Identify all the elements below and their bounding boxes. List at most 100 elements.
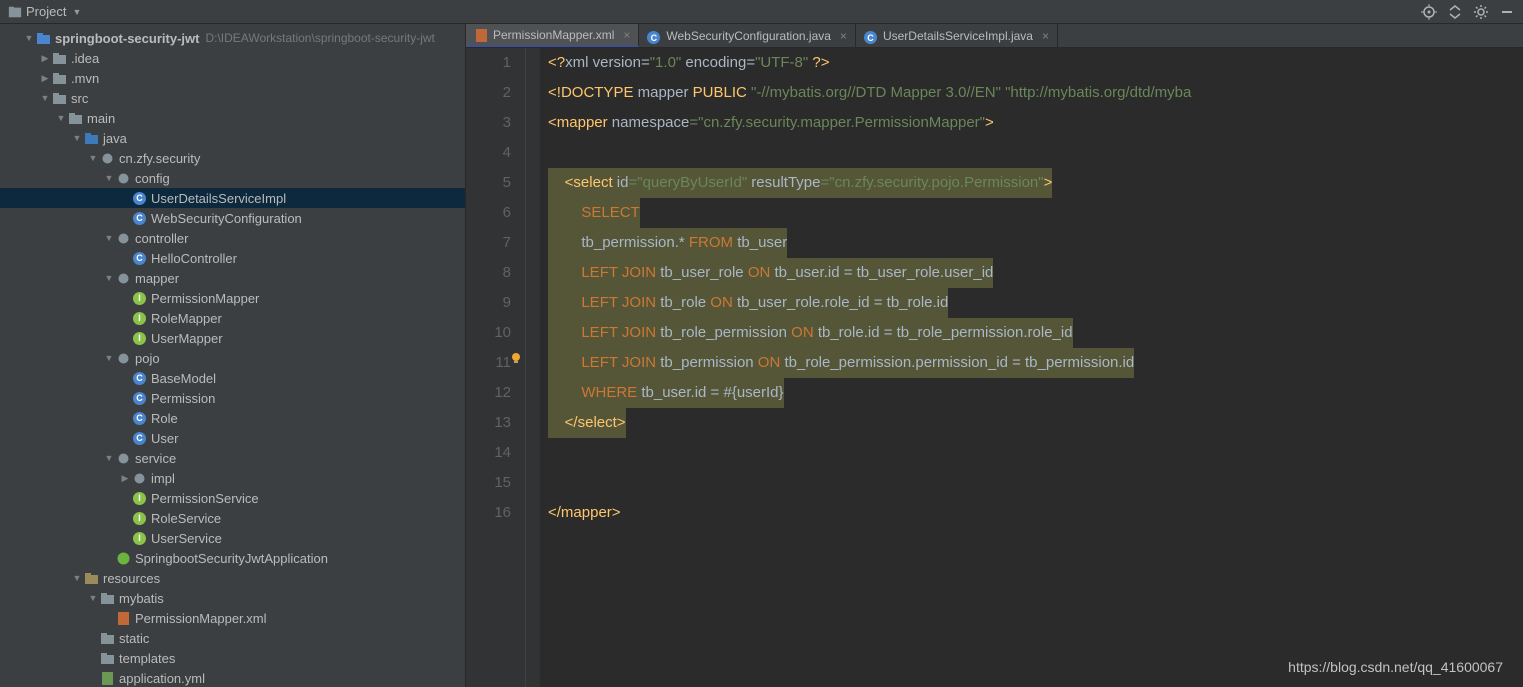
- tree-item[interactable]: PermissionMapper.xml: [0, 608, 465, 628]
- tree-item-label: Role: [151, 411, 178, 426]
- tree-item[interactable]: SpringbootSecurityJwtApplication: [0, 548, 465, 568]
- tree-item[interactable]: templates: [0, 648, 465, 668]
- tree-item[interactable]: CUser: [0, 428, 465, 448]
- tree-item[interactable]: C Permission: [0, 388, 465, 408]
- close-icon[interactable]: ×: [1042, 29, 1049, 43]
- tree-arrow-icon[interactable]: ▶: [40, 53, 50, 64]
- tree-item[interactable]: IRoleMapper: [0, 308, 465, 328]
- tree-item[interactable]: ▼main: [0, 108, 465, 128]
- code-content[interactable]: <?xml version="1.0" encoding="UTF-8" ?> …: [540, 48, 1523, 687]
- folder-icon: [100, 591, 115, 606]
- tree-item[interactable]: ▼springboot-security-jwtD:\IDEAWorkstati…: [0, 28, 465, 48]
- tree-item[interactable]: CRole: [0, 408, 465, 428]
- tree-item[interactable]: ▼pojo: [0, 348, 465, 368]
- tree-item-label: src: [71, 91, 88, 106]
- tree-arrow-icon[interactable]: ▼: [72, 573, 82, 583]
- tree-item[interactable]: CHelloController: [0, 248, 465, 268]
- tree-arrow-icon[interactable]: ▼: [56, 113, 66, 123]
- tree-arrow-icon[interactable]: ▼: [104, 173, 114, 183]
- iface-icon: I: [132, 311, 147, 326]
- tree-item-label: .mvn: [71, 71, 99, 86]
- tree-item[interactable]: CBaseModel: [0, 368, 465, 388]
- pkg-icon: [116, 271, 131, 286]
- tree-item-label: springboot-security-jwt: [55, 31, 199, 46]
- tree-item-label: SpringbootSecurityJwtApplication: [135, 551, 328, 566]
- collapse-icon[interactable]: [1447, 4, 1463, 20]
- pkg-icon: [100, 151, 115, 166]
- folder-icon: [52, 91, 67, 106]
- tree-item[interactable]: ▶ .mvn: [0, 68, 465, 88]
- tree-item-label: .idea: [71, 51, 99, 66]
- tree-item-label: WebSecurityConfiguration: [151, 211, 302, 226]
- tree-item[interactable]: ▼cn.zfy.security: [0, 148, 465, 168]
- close-icon[interactable]: ×: [840, 29, 847, 43]
- close-icon[interactable]: ×: [623, 28, 630, 42]
- tree-item[interactable]: IPermissionService: [0, 488, 465, 508]
- tree-item[interactable]: ▼service: [0, 448, 465, 468]
- tree-arrow-icon[interactable]: ▼: [88, 153, 98, 163]
- tree-item-label: Permission: [151, 391, 215, 406]
- tree-item-label: mybatis: [119, 591, 164, 606]
- tree-item-label: controller: [135, 231, 188, 246]
- tree-item[interactable]: ▶ .idea: [0, 48, 465, 68]
- project-tree[interactable]: ▼springboot-security-jwtD:\IDEAWorkstati…: [0, 24, 465, 687]
- tree-item-label: application.yml: [119, 671, 205, 686]
- code-area: 12345678910111213141516 <?xml version="1…: [466, 48, 1523, 687]
- dropdown-icon: ▼: [72, 7, 81, 17]
- tree-arrow-icon[interactable]: ▼: [40, 93, 50, 103]
- tree-item-label: impl: [151, 471, 175, 486]
- tree-item[interactable]: static: [0, 628, 465, 648]
- class-icon: C: [132, 391, 147, 406]
- editor-panel: PermissionMapper.xml×CWebSecurityConfigu…: [466, 24, 1523, 687]
- editor-tab[interactable]: CWebSecurityConfiguration.java×: [639, 24, 856, 47]
- hide-icon[interactable]: [1499, 4, 1515, 20]
- tree-item[interactable]: application.yml: [0, 668, 465, 687]
- tree-arrow-icon[interactable]: ▼: [24, 33, 34, 43]
- tree-item-label: UserService: [151, 531, 222, 546]
- line-number: 13: [466, 408, 511, 438]
- project-icon: [8, 5, 22, 19]
- tree-arrow-icon[interactable]: ▼: [104, 233, 114, 243]
- tree-item[interactable]: CWebSecurityConfiguration: [0, 208, 465, 228]
- iface-icon: I: [132, 291, 147, 306]
- yml-icon: [100, 671, 115, 686]
- tree-item[interactable]: ▼ controller: [0, 228, 465, 248]
- tree-item[interactable]: IRoleService: [0, 508, 465, 528]
- class-icon: C: [132, 251, 147, 266]
- tree-item[interactable]: ▼ src: [0, 88, 465, 108]
- editor-tab[interactable]: PermissionMapper.xml×: [466, 24, 639, 47]
- tree-item[interactable]: ▼java: [0, 128, 465, 148]
- pkg-icon: [116, 351, 131, 366]
- tree-arrow-icon[interactable]: ▼: [104, 353, 114, 363]
- tree-item[interactable]: CUserDetailsServiceImpl: [0, 188, 465, 208]
- tree-item[interactable]: IPermissionMapper: [0, 288, 465, 308]
- tree-item[interactable]: IUserMapper: [0, 328, 465, 348]
- tree-arrow-icon[interactable]: ▶: [120, 473, 130, 484]
- tree-item[interactable]: IUserService: [0, 528, 465, 548]
- tree-item-label: UserMapper: [151, 331, 223, 346]
- main-area: ▼springboot-security-jwtD:\IDEAWorkstati…: [0, 24, 1523, 687]
- folder-icon: [68, 111, 83, 126]
- line-number: 7: [466, 228, 511, 258]
- locate-icon[interactable]: [1421, 4, 1437, 20]
- project-toolbar: Project ▼: [0, 0, 1523, 24]
- editor-tab[interactable]: CUserDetailsServiceImpl.java×: [856, 24, 1058, 47]
- line-number: 8: [466, 258, 511, 288]
- tree-arrow-icon[interactable]: ▼: [104, 273, 114, 283]
- tree-arrow-icon[interactable]: ▼: [104, 453, 114, 463]
- xml-icon: [474, 28, 488, 42]
- folder-icon: [52, 71, 67, 86]
- tree-arrow-icon[interactable]: ▼: [88, 593, 98, 603]
- tree-item[interactable]: ▼config: [0, 168, 465, 188]
- tree-item[interactable]: ▼ mybatis: [0, 588, 465, 608]
- tree-item[interactable]: ▶ impl: [0, 468, 465, 488]
- bulb-icon[interactable]: [509, 351, 523, 365]
- tree-arrow-icon[interactable]: ▶: [40, 73, 50, 84]
- srcfolder-icon: [84, 131, 99, 146]
- tree-item[interactable]: ▼resources: [0, 568, 465, 588]
- project-selector[interactable]: Project ▼: [0, 4, 89, 19]
- gear-icon[interactable]: [1473, 4, 1489, 20]
- tree-arrow-icon[interactable]: ▼: [72, 133, 82, 143]
- folder-icon: [52, 51, 67, 66]
- tree-item[interactable]: ▼mapper: [0, 268, 465, 288]
